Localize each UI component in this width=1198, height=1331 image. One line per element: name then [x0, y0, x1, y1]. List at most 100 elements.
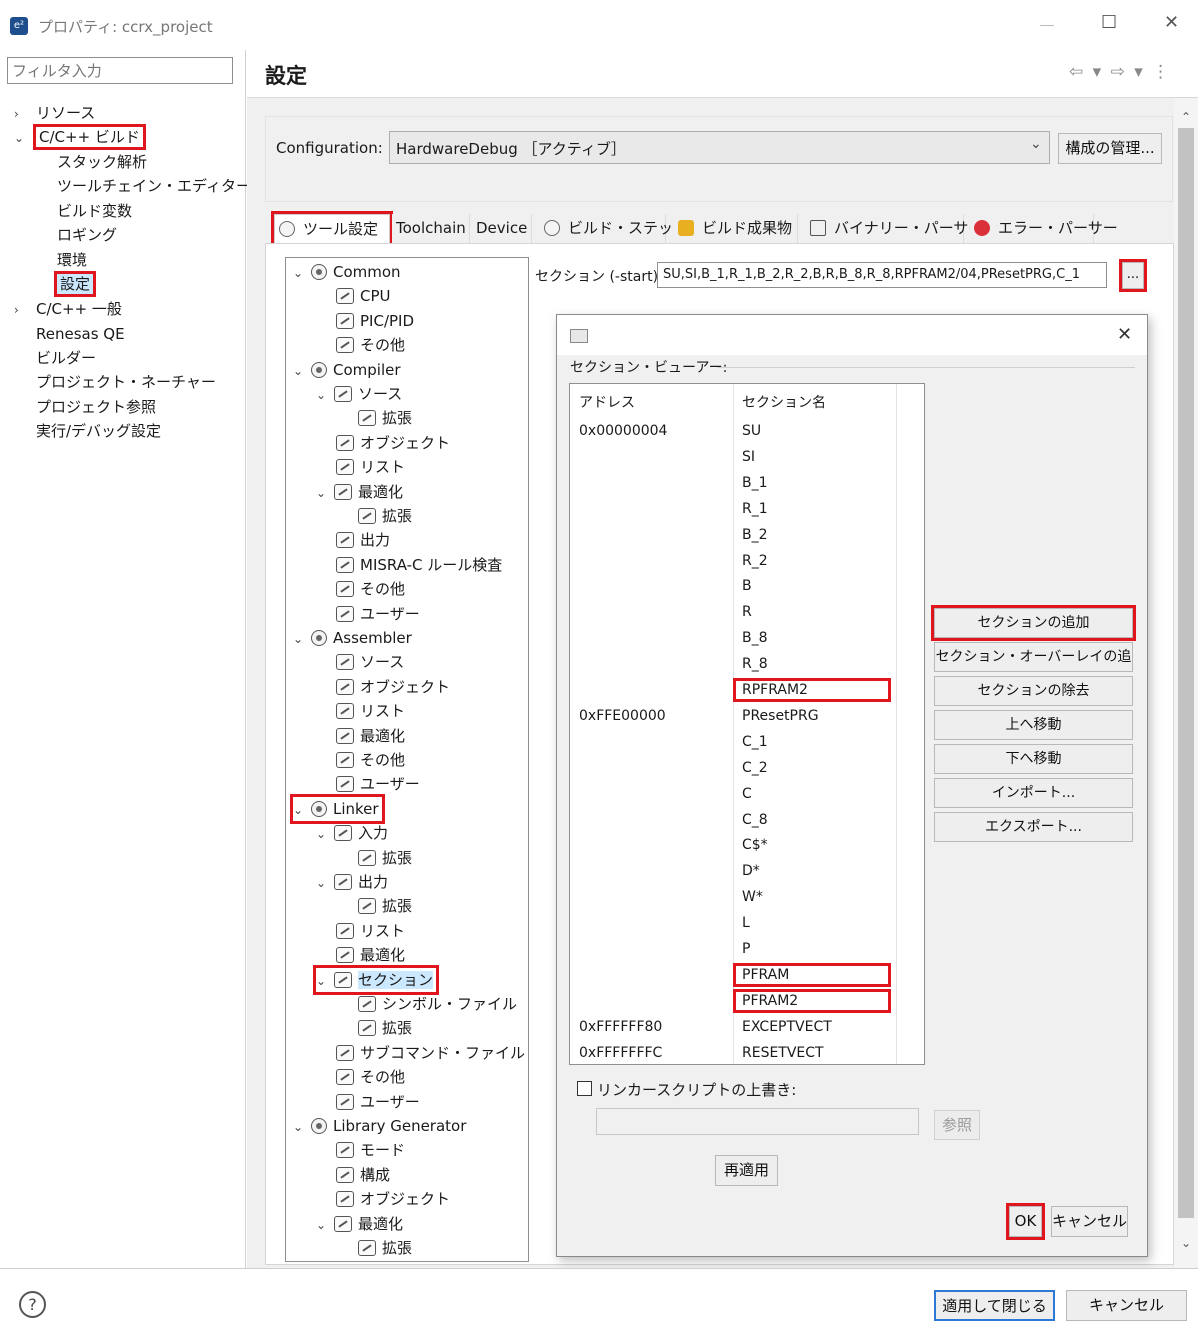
chevron-down-icon[interactable]: ⌄ — [316, 871, 334, 895]
override-checkbox[interactable] — [577, 1081, 592, 1096]
chevron-down-icon[interactable]: ⌄ — [14, 126, 36, 150]
help-icon[interactable]: ? — [19, 1291, 46, 1318]
chevron-right-icon[interactable]: › — [14, 298, 36, 322]
nav-item[interactable]: 設定 — [53, 271, 97, 297]
nav-item[interactable]: › リソース — [14, 101, 95, 125]
column-header-name[interactable]: セクション名 — [742, 392, 826, 412]
tree-item[interactable]: リスト — [316, 455, 405, 479]
side-button[interactable]: セクション・オーバーレイの追加 — [934, 642, 1133, 693]
table-row[interactable]: B — [570, 573, 924, 599]
scroll-up-icon[interactable]: ⌃ — [1181, 110, 1191, 124]
linker-script-browse-button[interactable]: 参照 — [934, 1110, 980, 1140]
table-row[interactable]: C — [570, 781, 924, 807]
tab[interactable]: Device — [472, 214, 532, 244]
tab[interactable]: ビルド成果物 — [674, 214, 798, 244]
chevron-down-icon[interactable]: ⌄ — [316, 481, 334, 505]
tree-item[interactable]: CPU — [316, 284, 391, 308]
table-row[interactable]: R_8 — [570, 651, 924, 677]
side-button[interactable]: エクスポート... — [934, 812, 1133, 842]
tab[interactable]: エラー・パーサー — [970, 214, 1118, 244]
tree-item[interactable]: 拡張 — [338, 1236, 412, 1260]
chevron-down-icon[interactable]: ⌄ — [293, 798, 311, 822]
tab[interactable]: Toolchain — [392, 214, 470, 244]
tree-item[interactable]: ⌄ Compiler — [293, 358, 401, 382]
table-row[interactable]: 0xFFFFFF80 EXCEPTVECT — [570, 1014, 924, 1040]
tree-item[interactable]: 最適化 — [316, 943, 405, 967]
table-row[interactable]: L — [570, 910, 924, 936]
nav-item[interactable]: プロジェクト参照 — [14, 395, 156, 419]
tree-item[interactable]: オブジェクト — [316, 431, 450, 455]
nav-item[interactable]: ⌄ C/C++ ビルド — [14, 124, 146, 150]
chevron-down-icon[interactable]: ⌄ — [316, 822, 334, 846]
tree-item[interactable]: 拡張 — [338, 894, 412, 918]
tree-item[interactable]: PIC/PID — [316, 309, 414, 333]
tree-item[interactable]: その他 — [316, 1065, 405, 1089]
cancel-button[interactable]: キャンセル — [1066, 1290, 1187, 1321]
nav-item[interactable]: ツールチェイン・エディター — [57, 174, 251, 198]
side-button[interactable]: セクションの追加 — [931, 605, 1136, 641]
configuration-select[interactable]: HardwareDebug ［アクティブ］ ⌄ — [389, 131, 1050, 164]
ok-button[interactable]: OK — [1006, 1203, 1045, 1240]
table-row[interactable]: B_8 — [570, 625, 924, 651]
history-nav-icon[interactable]: ⇦ ▾ ⇨ ▾ ⋮ — [1069, 62, 1171, 82]
nav-item[interactable]: スタック解析 — [57, 150, 147, 174]
chevron-down-icon[interactable]: ⌄ — [293, 1115, 311, 1139]
tree-item[interactable]: 構成 — [316, 1163, 390, 1187]
chevron-down-icon[interactable]: ⌄ — [293, 359, 311, 383]
tree-item[interactable]: オブジェクト — [316, 675, 450, 699]
nav-item[interactable]: 環境 — [57, 248, 87, 272]
tree-item[interactable]: シンボル・ファイル — [338, 992, 517, 1016]
tree-item[interactable]: ⌄ Assembler — [293, 626, 412, 650]
table-row[interactable]: B_2 — [570, 522, 924, 548]
reapply-button[interactable]: 再適用 — [715, 1155, 778, 1186]
tab[interactable]: バイナリー・パーサー — [806, 214, 983, 244]
tree-item[interactable]: ⌄ Linker — [290, 793, 385, 824]
table-row[interactable]: C_1 — [570, 729, 924, 755]
tree-item[interactable]: 拡張 — [338, 504, 412, 528]
tree-item[interactable]: 最適化 — [316, 724, 405, 748]
tree-item[interactable]: ユーザー — [316, 602, 420, 626]
tree-item[interactable]: オブジェクト — [316, 1187, 450, 1211]
tree-item[interactable]: ソース — [316, 650, 404, 674]
tree-item[interactable]: 出力 — [316, 528, 390, 552]
table-row[interactable]: R_1 — [570, 496, 924, 522]
side-button[interactable]: 上へ移動 — [934, 710, 1133, 740]
nav-item[interactable]: › C/C++ 一般 — [14, 297, 122, 321]
tree-item[interactable]: ⌄ 最適化 — [316, 1212, 403, 1236]
table-row[interactable]: C$* — [570, 832, 924, 858]
chevron-down-icon[interactable]: ⌄ — [316, 1213, 334, 1237]
section-browse-button[interactable]: ... — [1119, 259, 1147, 292]
side-button[interactable]: 下へ移動 — [934, 744, 1133, 774]
table-row[interactable]: B_1 — [570, 470, 924, 496]
tree-item[interactable]: MISRA-C ルール検査 — [316, 553, 502, 577]
tab[interactable]: ビルド・ステップ — [540, 214, 688, 244]
chevron-down-icon[interactable]: ⌄ — [316, 383, 334, 407]
tree-item[interactable]: ⌄ ソース — [316, 382, 402, 406]
side-button[interactable]: セクションの除去 — [934, 676, 1133, 706]
table-row[interactable]: RPFRAM2 — [570, 677, 924, 703]
chevron-down-icon[interactable]: ⌄ — [316, 969, 334, 993]
tree-item[interactable]: 拡張 — [338, 1016, 412, 1040]
tree-item[interactable]: 拡張 — [338, 846, 412, 870]
table-row[interactable]: D* — [570, 858, 924, 884]
table-row[interactable]: SI — [570, 444, 924, 470]
tree-item[interactable]: その他 — [316, 333, 405, 357]
scroll-thumb[interactable] — [1178, 128, 1194, 1218]
chevron-down-icon[interactable]: ⌄ — [293, 261, 311, 285]
table-row[interactable]: 0x00000004 SU — [570, 418, 924, 444]
minimize-icon[interactable] — [1040, 25, 1054, 26]
nav-item[interactable]: プロジェクト・ネーチャー — [14, 370, 216, 394]
apply-and-close-button[interactable]: 適用して閉じる — [934, 1290, 1055, 1321]
tree-item[interactable]: ⌄ セクション — [312, 964, 440, 995]
side-button[interactable]: インポート... — [934, 778, 1133, 808]
tree-item[interactable]: ユーザー — [316, 772, 420, 796]
table-row[interactable]: P — [570, 936, 924, 962]
main-scrollbar[interactable]: ⌃ ⌄ — [1174, 98, 1198, 1268]
scroll-down-icon[interactable]: ⌄ — [1181, 1236, 1191, 1250]
table-row[interactable]: C_2 — [570, 755, 924, 781]
close-icon[interactable]: ✕ — [1164, 12, 1179, 33]
tree-item[interactable]: リスト — [316, 919, 405, 943]
tree-item[interactable]: モード — [316, 1138, 405, 1162]
chevron-down-icon[interactable]: ⌄ — [293, 627, 311, 651]
section-table[interactable]: アドレス セクション名 0x00000004 SU SI B_1 R_1 B_2 R_2 B R… — [569, 383, 925, 1065]
